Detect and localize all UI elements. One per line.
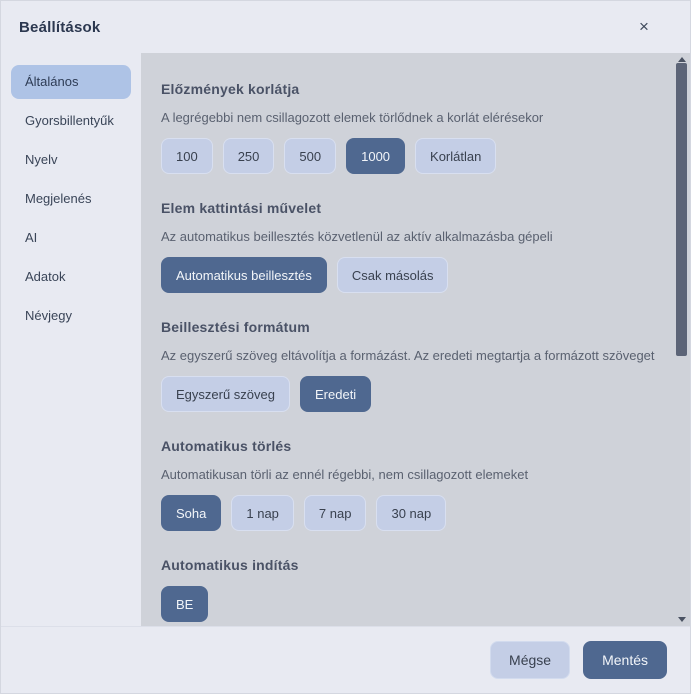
cancel-button[interactable]: Mégse	[490, 641, 571, 679]
section-description: Az automatikus beillesztés közvetlenül a…	[161, 229, 553, 244]
section-paste-format: Beillesztési formátum Az egyszerű szöveg …	[161, 319, 656, 412]
option-row: Soha 1 nap 7 nap 30 nap	[161, 495, 656, 531]
section-title: Előzmények korlátja	[161, 81, 300, 97]
section-history-limit: Előzmények korlátja A legrégebbi nem csil…	[161, 81, 656, 174]
option-250-button[interactable]: 250	[222, 138, 275, 174]
option-row: 100 250 500 1000 Korlátlan	[161, 138, 656, 174]
scrollbar[interactable]	[676, 53, 688, 626]
option-500-button[interactable]: 500	[284, 138, 337, 174]
option-egyszeru-szoveg-button[interactable]: Egyszerű szöveg	[161, 376, 290, 412]
scroll-down-icon[interactable]	[678, 617, 686, 622]
section-title: Automatikus indítás	[161, 557, 299, 573]
option-automatikus-beillesztes-button[interactable]: Automatikus beillesztés	[161, 257, 327, 293]
sidebar-item-megjelenes[interactable]: Megjelenés	[11, 182, 131, 216]
section-title: Elem kattintási művelet	[161, 200, 322, 216]
sidebar-item-gyorsbillentyuk[interactable]: Gyorsbillentyűk	[11, 104, 131, 138]
section-auto-delete: Automatikus törlés Automatikusan törli az…	[161, 438, 656, 531]
settings-content: Előzmények korlátja A legrégebbi nem csil…	[141, 53, 690, 626]
section-auto-start: Automatikus indítás BE	[161, 557, 656, 622]
section-description: Az egyszerű szöveg eltávolítja a formázá…	[161, 348, 655, 363]
option-7-nap-button[interactable]: 7 nap	[303, 495, 367, 531]
sidebar-item-nyelv[interactable]: Nyelv	[11, 143, 131, 177]
option-100-button[interactable]: 100	[161, 138, 213, 174]
dialog-title: Beállítások	[19, 18, 101, 36]
scroll-up-icon[interactable]	[678, 57, 686, 62]
sections-container: Előzmények korlátja A legrégebbi nem csil…	[161, 81, 656, 622]
option-1-nap-button[interactable]: 1 nap	[231, 495, 294, 531]
option-korlatlan-button[interactable]: Korlátlan	[415, 138, 497, 174]
sidebar-item-ai[interactable]: AI	[11, 221, 131, 255]
option-row: Egyszerű szöveg Eredeti	[161, 376, 656, 412]
scrollbar-thumb[interactable]	[676, 63, 687, 356]
titlebar: Beállítások ×	[1, 1, 690, 53]
sidebar-item-adatok[interactable]: Adatok	[11, 260, 131, 294]
dialog-body: Általános Gyorsbillentyűk Nyelv Megjelenés A…	[1, 53, 690, 626]
option-eredeti-button[interactable]: Eredeti	[300, 376, 372, 412]
option-soha-button[interactable]: Soha	[161, 495, 222, 531]
option-be-button[interactable]: BE	[161, 586, 209, 622]
close-icon[interactable]: ×	[632, 15, 656, 39]
section-title: Automatikus törlés	[161, 438, 292, 454]
footer: Mégse Mentés	[1, 626, 690, 693]
settings-dialog: Beállítások × Általános Gyorsbillentyűk Ny…	[0, 0, 691, 694]
section-title: Beillesztési formátum	[161, 319, 310, 335]
sidebar-item-altalanos[interactable]: Általános	[11, 65, 131, 99]
option-csak-masolas-button[interactable]: Csak másolás	[336, 257, 449, 293]
sidebar-item-nevjegy[interactable]: Névjegy	[11, 299, 131, 333]
option-row: BE	[161, 586, 656, 622]
sidebar: Általános Gyorsbillentyűk Nyelv Megjelenés A…	[1, 53, 141, 626]
option-30-nap-button[interactable]: 30 nap	[376, 495, 447, 531]
save-button[interactable]: Mentés	[583, 641, 667, 679]
option-1000-button[interactable]: 1000	[346, 138, 406, 174]
option-row: Automatikus beillesztés Csak másolás	[161, 257, 656, 293]
section-description: A legrégebbi nem csillagozott elemek tör…	[161, 110, 544, 125]
section-item-click-action: Elem kattintási művelet Az automatikus be…	[161, 200, 656, 293]
section-description: Automatikusan törli az ennél régebbi, ne…	[161, 467, 529, 482]
